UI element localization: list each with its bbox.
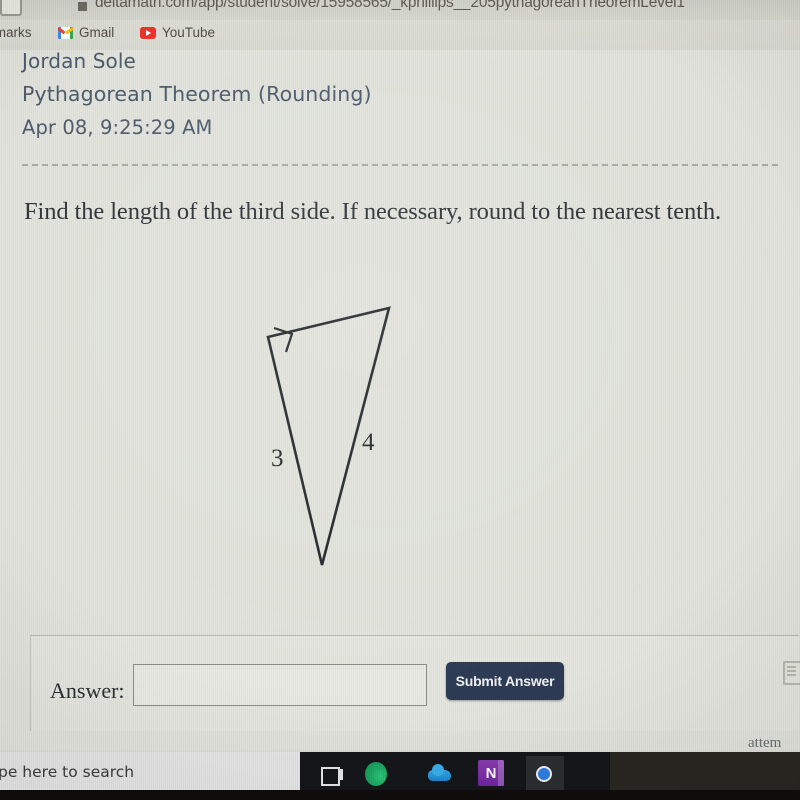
gmail-icon: [58, 26, 73, 39]
edge-icon[interactable]: [372, 760, 402, 790]
browser-address-bar[interactable]: deltamath.com/app/student/solve/15958565…: [0, 0, 800, 20]
right-angle-marker-icon: [273, 326, 294, 353]
attempts-text: attem: [748, 735, 782, 751]
onenote-icon[interactable]: N: [478, 760, 508, 790]
answer-panel: Answer: Submit Answer: [30, 635, 800, 731]
bookmarks-bar: kmarks Gmail YouTube: [0, 20, 800, 50]
photo-bezel-bottom: [0, 790, 800, 800]
site-favicon-icon: [78, 2, 87, 11]
leg-label-4: 4: [362, 429, 375, 456]
problem-prompt: Find the length of the third side. If ne…: [24, 198, 722, 225]
answer-label: Answer:: [50, 678, 125, 703]
taskbar-search-box[interactable]: pe here to search: [0, 752, 300, 792]
assignment-title: Pythagorean Theorem (Rounding): [22, 82, 372, 106]
bookmark-item-youtube[interactable]: YouTube: [140, 25, 215, 40]
deltamath-problem-page: Jordan Sole Pythagorean Theorem (Roundin…: [0, 49, 800, 751]
answer-input[interactable]: [133, 664, 427, 706]
task-view-icon[interactable]: [318, 760, 348, 790]
bookmark-item-gmail[interactable]: Gmail: [58, 25, 114, 40]
bookmark-label: Gmail: [79, 25, 115, 40]
onedrive-icon[interactable]: [424, 760, 454, 790]
leg-label-3: 3: [271, 445, 284, 472]
calculator-icon[interactable]: [783, 661, 800, 685]
youtube-icon: [140, 26, 156, 39]
browser-tab[interactable]: [0, 0, 22, 16]
bookmark-label: kmarks: [0, 25, 32, 40]
url-text[interactable]: deltamath.com/app/student/solve/15958565…: [95, 0, 685, 12]
search-placeholder-text: pe here to search: [0, 763, 135, 781]
section-divider: [22, 164, 778, 166]
onenote-letter: N: [478, 760, 504, 786]
assignment-timestamp: Apr 08, 9:25:29 AM: [22, 116, 213, 139]
triangle-shape: [266, 306, 391, 566]
chrome-icon[interactable]: [530, 760, 560, 790]
bookmark-label: YouTube: [162, 25, 216, 40]
bookmark-item-bookmarks[interactable]: kmarks: [0, 25, 32, 40]
student-name: Jordan Sole: [22, 49, 136, 73]
submit-answer-button[interactable]: Submit Answer: [446, 662, 564, 700]
photographed-screen: deltamath.com/app/student/solve/15958565…: [0, 0, 800, 800]
